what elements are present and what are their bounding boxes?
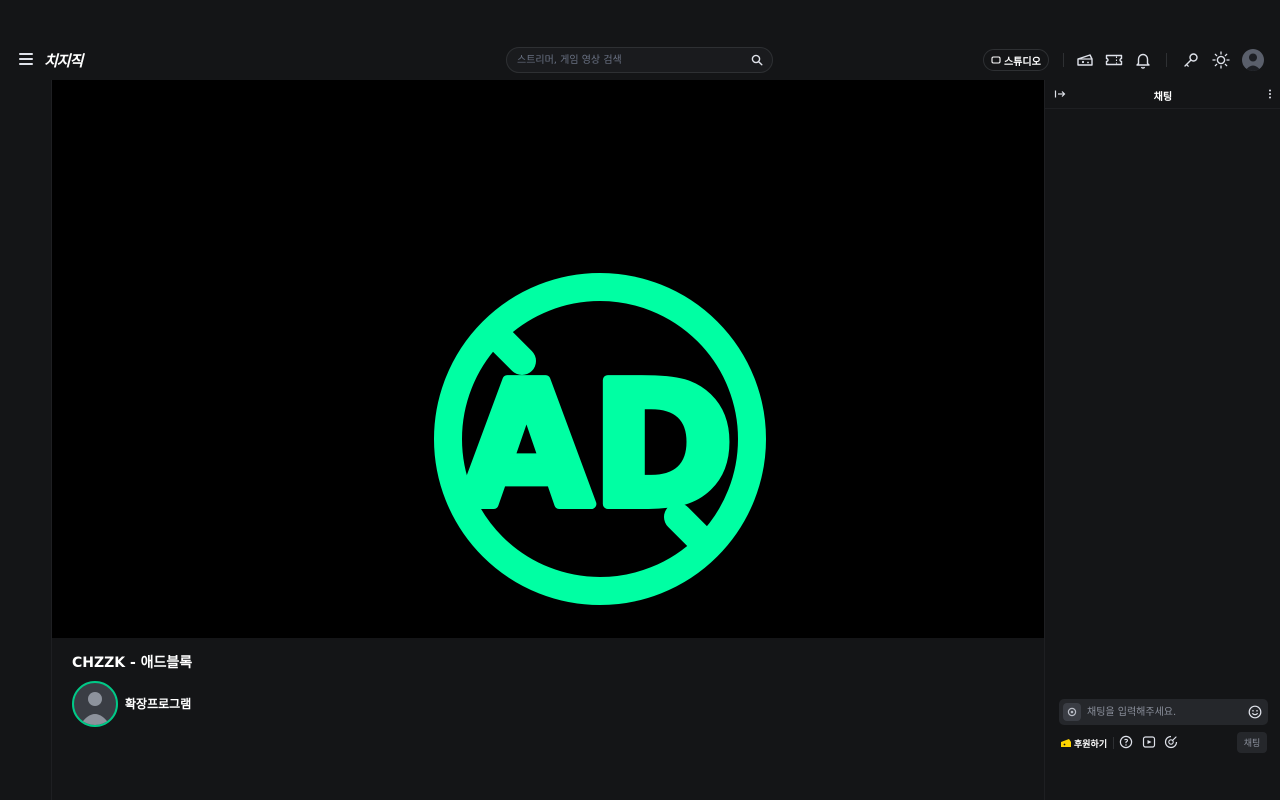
channel-avatar[interactable] bbox=[72, 681, 118, 727]
channel-name[interactable]: 확장프로그램 bbox=[125, 695, 191, 712]
site-header: 치지직 스튜디오 bbox=[0, 40, 1280, 80]
emoji-icon[interactable] bbox=[1248, 705, 1262, 719]
left-sidebar bbox=[0, 80, 52, 800]
donate-label: 후원하기 bbox=[1074, 739, 1108, 750]
chat-settings-button[interactable] bbox=[1063, 703, 1081, 721]
site-logo[interactable]: 치지직 bbox=[44, 50, 83, 71]
studio-icon bbox=[991, 56, 1001, 64]
menu-icon[interactable] bbox=[19, 53, 33, 65]
video-player[interactable]: AD bbox=[52, 80, 1044, 638]
user-icon bbox=[1245, 53, 1261, 71]
video-info: CHZZK - 애드블록 확장프로그램 bbox=[52, 638, 1044, 800]
cheese-icon[interactable] bbox=[1075, 50, 1095, 70]
ad-block-icon: AD bbox=[434, 273, 766, 605]
chat-header: 채팅 bbox=[1045, 80, 1280, 109]
theme-toggle-icon[interactable] bbox=[1211, 50, 1231, 70]
chat-tools-divider bbox=[1113, 737, 1114, 749]
search-icon[interactable] bbox=[751, 54, 763, 66]
key-icon[interactable] bbox=[1181, 50, 1201, 70]
studio-button[interactable]: 스튜디오 bbox=[983, 49, 1049, 71]
video-donate-icon[interactable] bbox=[1142, 735, 1156, 749]
ad-text: AD bbox=[461, 347, 734, 545]
header-divider bbox=[1166, 53, 1167, 67]
cheese-donate-icon bbox=[1061, 739, 1071, 747]
more-options-icon[interactable] bbox=[1267, 88, 1273, 100]
chat-send-button[interactable]: 채팅 bbox=[1237, 732, 1267, 753]
chat-input-area bbox=[1059, 699, 1268, 725]
browser-top-strip bbox=[0, 0, 1280, 40]
mission-donate-icon[interactable] bbox=[1119, 735, 1133, 749]
donate-button[interactable]: 후원하기 bbox=[1060, 736, 1107, 750]
profile-icon bbox=[80, 692, 110, 725]
search-bar bbox=[506, 47, 773, 73]
chat-panel: 채팅 후원하기 bbox=[1044, 80, 1280, 800]
bell-icon[interactable] bbox=[1133, 50, 1153, 70]
ticket-icon[interactable] bbox=[1104, 50, 1124, 70]
search-input[interactable] bbox=[517, 52, 737, 68]
settings-icon bbox=[1067, 707, 1077, 717]
chat-title: 채팅 bbox=[1153, 92, 1173, 103]
video-title: CHZZK - 애드블록 bbox=[72, 655, 193, 671]
studio-label: 스튜디오 bbox=[1004, 56, 1041, 68]
user-avatar[interactable] bbox=[1242, 49, 1264, 71]
chat-input[interactable] bbox=[1087, 705, 1237, 719]
prediction-icon[interactable] bbox=[1164, 735, 1178, 749]
header-divider bbox=[1063, 53, 1064, 67]
